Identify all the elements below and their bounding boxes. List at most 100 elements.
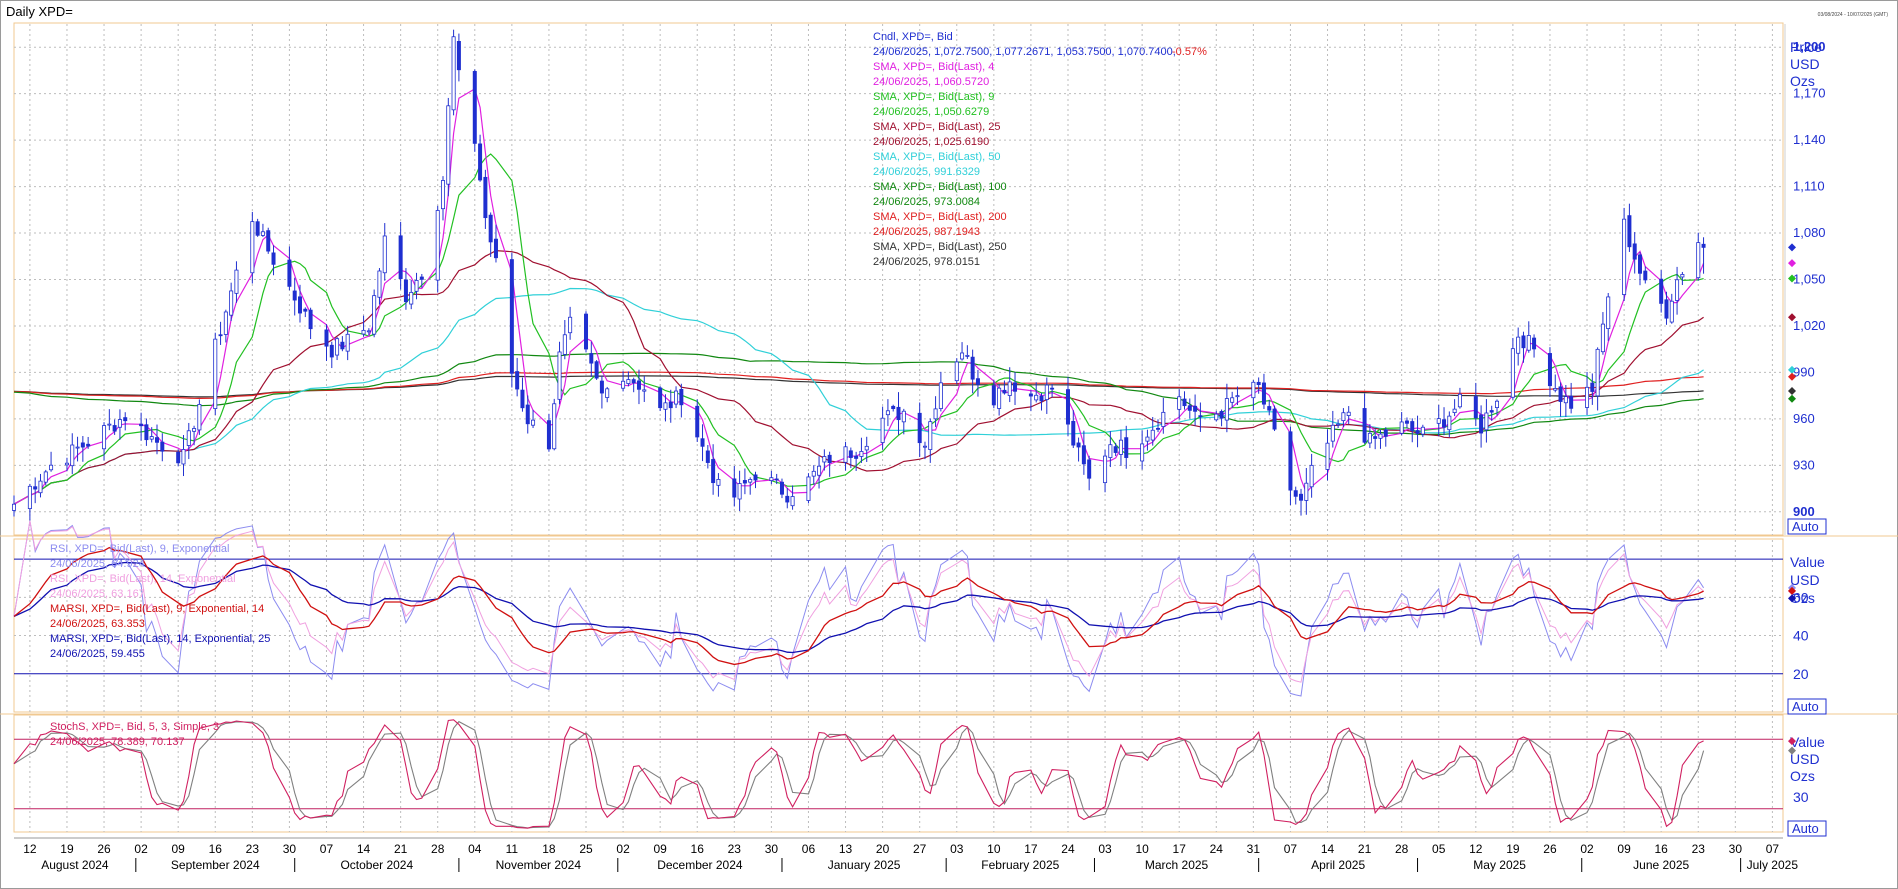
candle[interactable]: [1510, 337, 1515, 400]
candle[interactable]: [631, 377, 636, 393]
candle[interactable]: [1669, 293, 1674, 324]
candle[interactable]: [123, 412, 128, 431]
candle[interactable]: [584, 311, 589, 353]
candle[interactable]: [1182, 391, 1187, 410]
candle[interactable]: [1076, 437, 1081, 462]
candle[interactable]: [975, 369, 980, 397]
candle[interactable]: [1325, 429, 1330, 481]
candle[interactable]: [197, 399, 202, 435]
candle[interactable]: [1293, 486, 1298, 505]
candle[interactable]: [594, 360, 599, 380]
candle[interactable]: [1309, 453, 1314, 498]
candle[interactable]: [636, 369, 641, 405]
candle[interactable]: [621, 371, 626, 392]
candle[interactable]: [806, 473, 811, 504]
candle[interactable]: [1336, 419, 1341, 429]
candle[interactable]: [1701, 237, 1706, 274]
candle[interactable]: [340, 336, 345, 352]
candle[interactable]: [965, 345, 970, 359]
candle[interactable]: [546, 413, 551, 452]
candle[interactable]: [1696, 232, 1701, 281]
candle[interactable]: [223, 309, 228, 343]
candle[interactable]: [472, 69, 477, 152]
candle[interactable]: [737, 470, 742, 512]
candle[interactable]: [414, 272, 419, 300]
candle[interactable]: [1675, 266, 1680, 315]
candle[interactable]: [695, 399, 700, 442]
candle[interactable]: [732, 465, 737, 507]
candle[interactable]: [33, 477, 38, 504]
candle[interactable]: [568, 306, 573, 340]
candle[interactable]: [674, 386, 679, 409]
candle[interactable]: [520, 377, 525, 412]
candle[interactable]: [218, 321, 223, 345]
candle[interactable]: [186, 422, 191, 460]
candle[interactable]: [1622, 207, 1627, 301]
candle[interactable]: [938, 371, 943, 412]
candle[interactable]: [181, 435, 186, 477]
candle[interactable]: [589, 341, 594, 377]
candle[interactable]: [1632, 232, 1637, 274]
candle[interactable]: [1627, 203, 1632, 252]
candle[interactable]: [1410, 418, 1415, 443]
candle[interactable]: [891, 404, 896, 412]
candle[interactable]: [1140, 430, 1145, 470]
candle[interactable]: [1399, 412, 1404, 436]
candle[interactable]: [372, 289, 377, 338]
candle[interactable]: [1362, 393, 1367, 444]
candle[interactable]: [478, 134, 483, 182]
candle[interactable]: [1558, 382, 1563, 417]
candle[interactable]: [970, 349, 975, 394]
candle[interactable]: [1288, 426, 1293, 506]
candle[interactable]: [817, 456, 822, 489]
candle[interactable]: [668, 389, 673, 423]
candle[interactable]: [1145, 429, 1150, 451]
candle[interactable]: [1569, 382, 1574, 414]
candle[interactable]: [1516, 327, 1521, 366]
candle[interactable]: [1087, 455, 1092, 491]
candle[interactable]: [790, 485, 795, 510]
candle[interactable]: [705, 444, 710, 469]
candle[interactable]: [1595, 347, 1600, 411]
candle[interactable]: [298, 284, 303, 323]
candle[interactable]: [605, 386, 610, 403]
candle[interactable]: [997, 384, 1002, 416]
candle[interactable]: [377, 268, 382, 305]
candle[interactable]: [1420, 424, 1425, 438]
candle[interactable]: [176, 449, 181, 467]
candle[interactable]: [483, 169, 488, 229]
candle[interactable]: [329, 341, 334, 369]
candle[interactable]: [1532, 334, 1537, 358]
candle[interactable]: [160, 433, 165, 462]
stoch-auto-label[interactable]: Auto: [1792, 821, 1819, 836]
candle[interactable]: [742, 468, 747, 495]
candle[interactable]: [1442, 407, 1447, 436]
candle[interactable]: [1436, 404, 1441, 437]
candle[interactable]: [324, 324, 329, 361]
candle[interactable]: [716, 473, 721, 497]
candle[interactable]: [107, 409, 112, 431]
candle[interactable]: [917, 402, 922, 458]
candle[interactable]: [885, 399, 890, 427]
candle[interactable]: [1606, 292, 1611, 341]
candle[interactable]: [1484, 399, 1489, 443]
candle[interactable]: [451, 29, 456, 116]
candle[interactable]: [308, 307, 313, 340]
candle[interactable]: [250, 211, 255, 284]
candle[interactable]: [213, 332, 218, 415]
candle[interactable]: [552, 398, 557, 451]
candle[interactable]: [1065, 376, 1070, 437]
candle[interactable]: [1637, 252, 1642, 286]
candle[interactable]: [456, 33, 461, 82]
candle[interactable]: [1103, 449, 1108, 493]
candle[interactable]: [144, 418, 149, 446]
candle[interactable]: [488, 212, 493, 257]
chart-canvas[interactable]: 9009309609901,0201,0501,0801,1101,1401,1…: [0, 0, 1898, 889]
candle[interactable]: [843, 441, 848, 471]
candle[interactable]: [880, 406, 885, 450]
rsi-auto-label[interactable]: Auto: [1792, 699, 1819, 714]
candle[interactable]: [292, 277, 297, 316]
candle[interactable]: [409, 279, 414, 310]
candle[interactable]: [960, 342, 965, 361]
candle[interactable]: [1415, 415, 1420, 448]
